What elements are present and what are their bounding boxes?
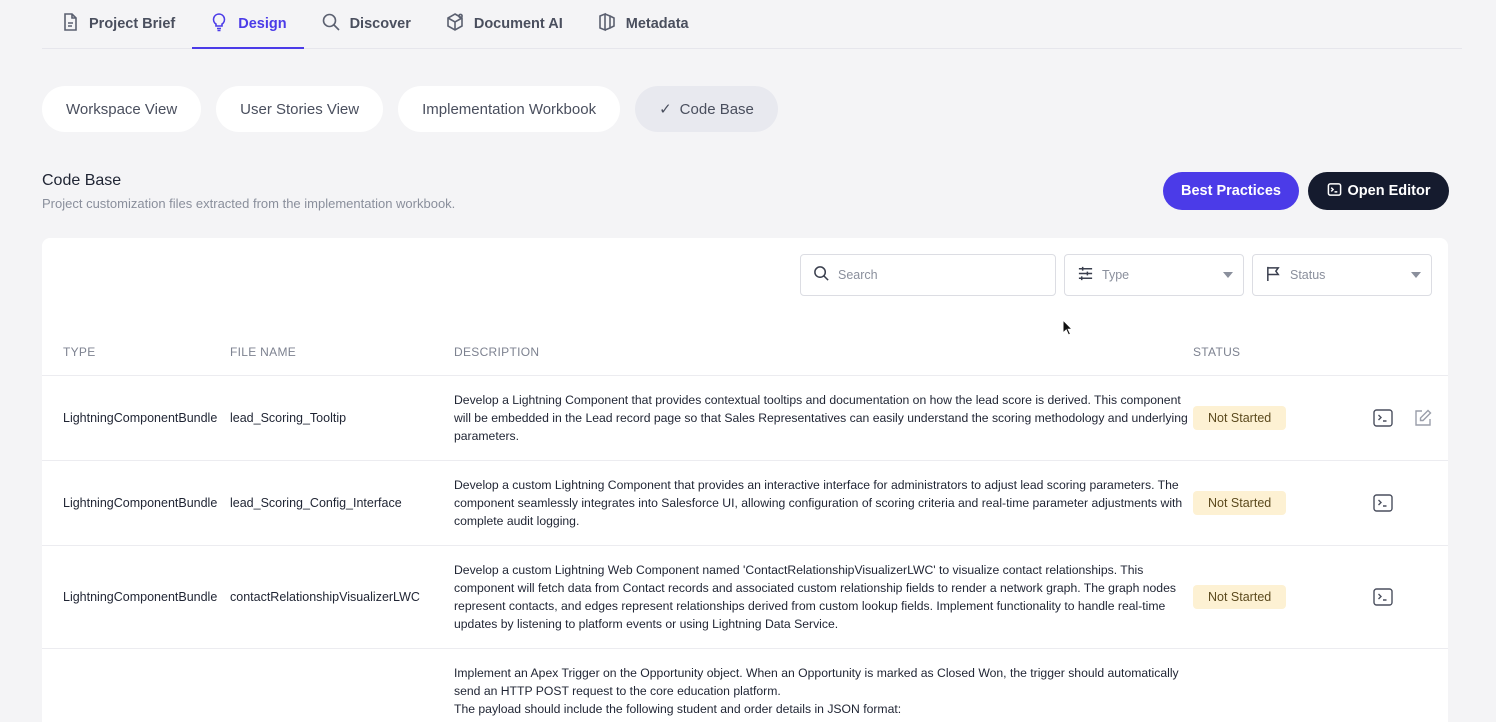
tab-project-brief[interactable]: Project Brief <box>43 0 192 48</box>
header-status: STATUS <box>1193 345 1241 359</box>
view-switcher: Workspace View User Stories View Impleme… <box>42 86 778 132</box>
row-description: Develop a custom Lightning Component tha… <box>454 478 1183 528</box>
row-type: LightningComponentBundle <box>63 411 218 425</box>
best-practices-button[interactable]: Best Practices <box>1163 172 1299 210</box>
row-description: Implement an Apex Trigger on the Opportu… <box>454 666 1179 716</box>
code-base-card: Type Status TYPE FILE NAME DESCRIPTION S… <box>42 238 1448 722</box>
open-editor-button[interactable]: Open Editor <box>1308 172 1449 210</box>
tab-document-ai[interactable]: Document AI <box>428 0 580 48</box>
table-row[interactable]: Implement an Apex Trigger on the Opportu… <box>42 649 1448 722</box>
status-badge: Not Started <box>1193 406 1287 430</box>
open-code-icon[interactable] <box>1373 588 1393 606</box>
pill-user-stories-view[interactable]: User Stories View <box>216 86 384 132</box>
table-row[interactable]: LightningComponentBundle lead_Scoring_To… <box>42 376 1448 461</box>
row-file-name: contactRelationshipVisualizerLWC <box>230 590 420 604</box>
header-description: DESCRIPTION <box>454 345 540 359</box>
caret-down-icon <box>1411 272 1421 278</box>
type-filter-dropdown[interactable]: Type <box>1064 254 1244 296</box>
status-badge: Not Started <box>1193 491 1287 515</box>
top-nav: Project Brief Design Discover Document A… <box>42 0 1462 49</box>
pill-code-base[interactable]: ✓ Code Base <box>635 86 778 132</box>
tab-label: Design <box>238 15 287 32</box>
terminal-icon <box>1327 182 1342 201</box>
cube-icon <box>445 12 465 36</box>
tab-label: Metadata <box>625 15 689 32</box>
section-subtitle: Project customization files extracted fr… <box>42 196 456 211</box>
section-title: Code Base <box>42 172 122 189</box>
open-code-icon[interactable] <box>1373 409 1393 427</box>
tab-discover[interactable]: Discover <box>304 0 428 48</box>
status-badge: Not Started <box>1193 585 1287 609</box>
tab-label: Project Brief <box>89 15 176 32</box>
row-file-name: lead_Scoring_Config_Interface <box>230 496 402 510</box>
header-file-name: FILE NAME <box>230 345 297 359</box>
flag-icon <box>1265 265 1282 285</box>
row-description: Develop a custom Lightning Web Component… <box>454 563 1176 631</box>
table-header: TYPE FILE NAME DESCRIPTION STATUS <box>42 338 1448 376</box>
table-row[interactable]: LightningComponentBundle lead_Scoring_Co… <box>42 461 1448 546</box>
status-filter-dropdown[interactable]: Status <box>1252 254 1432 296</box>
row-description: Develop a Lightning Component that provi… <box>454 393 1188 443</box>
search-icon <box>813 265 830 285</box>
header-type: TYPE <box>63 345 96 359</box>
tab-metadata[interactable]: Metadata <box>580 0 706 48</box>
pill-workspace-view[interactable]: Workspace View <box>42 86 202 132</box>
open-code-icon[interactable] <box>1373 494 1393 512</box>
table-row[interactable]: LightningComponentBundle contactRelation… <box>42 546 1448 649</box>
row-type: LightningComponentBundle <box>63 496 218 510</box>
pill-implementation-workbook[interactable]: Implementation Workbook <box>398 86 621 132</box>
document-icon <box>60 12 80 36</box>
layers-icon <box>597 12 617 36</box>
caret-down-icon <box>1223 272 1233 278</box>
tab-label: Document AI <box>473 15 563 32</box>
search-icon <box>321 12 341 36</box>
mouse-cursor-icon <box>1062 319 1074 336</box>
edit-icon[interactable] <box>1413 409 1433 427</box>
tab-label: Discover <box>349 15 411 32</box>
search-field[interactable] <box>800 254 1056 296</box>
lightbulb-icon <box>209 12 229 36</box>
sliders-icon <box>1077 265 1094 285</box>
row-type: LightningComponentBundle <box>63 590 218 604</box>
search-input[interactable] <box>838 268 1028 282</box>
check-icon: ✓ <box>659 101 672 118</box>
row-file-name: lead_Scoring_Tooltip <box>230 411 347 425</box>
tab-design[interactable]: Design <box>192 0 304 49</box>
